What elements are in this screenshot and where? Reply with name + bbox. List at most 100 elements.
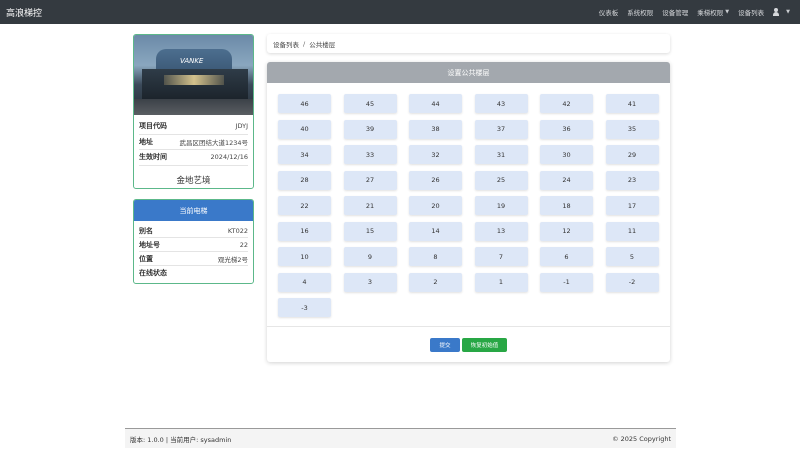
- floor-button[interactable]: 24: [540, 170, 593, 190]
- project-code-value: JDYJ: [235, 122, 248, 131]
- footer-copyright: © 2025 Copyright: [612, 434, 671, 443]
- project-info-table: 项目代码 JDYJ 地址 武昌区团结大道1234号 生效时间 2024/12/1…: [139, 119, 248, 166]
- floor-button[interactable]: 8: [409, 247, 462, 266]
- elevator-address-row: 地址号 22: [139, 238, 248, 252]
- floor-button[interactable]: -2: [605, 272, 659, 292]
- elevator-location-value: 观光梯2号: [217, 255, 248, 264]
- floor-button[interactable]: 4: [278, 272, 331, 292]
- elevator-address-label: 地址号: [139, 240, 160, 249]
- floor-button[interactable]: 27: [343, 170, 397, 190]
- floor-button[interactable]: 44: [409, 94, 462, 113]
- floor-button[interactable]: 17: [605, 196, 659, 215]
- floor-button[interactable]: 20: [409, 196, 462, 215]
- floor-button[interactable]: 38: [409, 119, 462, 139]
- floor-button[interactable]: 14: [409, 221, 462, 241]
- caret-down-icon: ▼: [725, 9, 730, 15]
- nav-elevator-permissions-label: 乘梯权限: [697, 9, 724, 17]
- floor-button[interactable]: 13: [474, 221, 528, 241]
- project-code-label: 项目代码: [139, 122, 167, 131]
- floor-button[interactable]: 5: [605, 247, 659, 266]
- footer-version: 版本: 1.0.0 | 当前用户: sysadmin: [130, 435, 232, 444]
- elevator-alias-value: KT022: [227, 226, 248, 235]
- floor-button[interactable]: -1: [540, 272, 593, 292]
- floor-button[interactable]: 35: [605, 119, 659, 139]
- floor-button[interactable]: -3: [278, 298, 331, 317]
- floor-button[interactable]: 1: [474, 272, 528, 292]
- floor-button[interactable]: 21: [343, 196, 397, 215]
- elevator-info-table: 别名 KT022 地址号 22 位置 观光梯2号 在线状态: [139, 224, 248, 280]
- elevator-location-row: 位置 观光梯2号: [139, 252, 248, 266]
- project-address-row: 地址 武昌区团结大道1234号: [139, 135, 248, 150]
- nav-dashboard[interactable]: 仪表板: [599, 7, 619, 17]
- floor-button[interactable]: 3: [343, 272, 397, 292]
- floor-button[interactable]: 18: [540, 196, 593, 215]
- submit-button[interactable]: 提交: [430, 338, 460, 352]
- floor-button[interactable]: 31: [474, 145, 528, 164]
- floor-button[interactable]: 7: [474, 247, 528, 266]
- floor-button[interactable]: 46: [278, 94, 331, 113]
- floor-button[interactable]: 19: [474, 196, 528, 215]
- floor-button[interactable]: 33: [343, 145, 397, 164]
- project-effective-row: 生效时间 2024/12/16: [139, 150, 248, 166]
- panel-divider: [267, 326, 670, 327]
- project-code-row: 项目代码 JDYJ: [139, 119, 248, 135]
- breadcrumb-separator: /: [303, 39, 306, 48]
- floor-button[interactable]: 6: [540, 247, 593, 266]
- floor-button[interactable]: 42: [540, 94, 593, 113]
- floor-button[interactable]: 15: [343, 221, 397, 241]
- top-navbar: 高浪梯控 仪表板 系统权限 设备管理 乘梯权限 ▼ 设备列表 ▼: [0, 0, 800, 24]
- reset-button[interactable]: 恢复初始值: [462, 338, 507, 352]
- floor-button[interactable]: 9: [343, 247, 397, 266]
- floor-button[interactable]: 37: [474, 119, 528, 139]
- project-address-value: 武昌区团结大道1234号: [179, 138, 248, 147]
- floor-button[interactable]: 26: [409, 170, 462, 190]
- brand-title[interactable]: 高浪梯控: [6, 6, 42, 19]
- panel-title: 设置公共楼层: [267, 62, 670, 83]
- elevator-status-label: 在线状态: [139, 269, 167, 277]
- elevator-location-label: 位置: [139, 254, 153, 263]
- elevator-card: 当前电梯 别名 KT022 地址号 22 位置 观光梯2号 在线状态: [133, 199, 254, 284]
- breadcrumb-device-list[interactable]: 设备列表: [273, 39, 299, 49]
- breadcrumb: 设备列表 / 公共楼层: [267, 34, 670, 53]
- floor-button[interactable]: 40: [278, 119, 331, 139]
- project-name: 金地艺境: [176, 175, 211, 186]
- elevator-status-row: 在线状态: [139, 266, 248, 280]
- elevator-alias-label: 别名: [139, 226, 153, 235]
- user-menu[interactable]: ▼: [773, 8, 790, 16]
- floor-button[interactable]: 16: [278, 221, 331, 241]
- project-effective-value: 2024/12/16: [210, 153, 248, 162]
- nav-links: 仪表板 系统权限 设备管理 乘梯权限 ▼ 设备列表 ▼: [599, 0, 790, 24]
- caret-down-icon: ▼: [786, 9, 790, 15]
- floor-button[interactable]: 29: [605, 145, 659, 164]
- nav-device-list[interactable]: 设备列表: [738, 7, 764, 17]
- floor-button[interactable]: 30: [540, 145, 593, 164]
- floor-button[interactable]: 25: [474, 170, 528, 190]
- floor-button[interactable]: 11: [605, 221, 659, 241]
- floor-button[interactable]: 39: [343, 119, 397, 139]
- nav-device-management[interactable]: 设备管理: [662, 7, 688, 17]
- nav-system-permissions[interactable]: 系统权限: [627, 7, 653, 17]
- project-effective-label: 生效时间: [139, 153, 167, 162]
- floor-button[interactable]: 28: [278, 170, 331, 190]
- floor-button[interactable]: 36: [540, 119, 593, 139]
- floor-button[interactable]: 45: [343, 94, 397, 113]
- elevator-alias-row: 别名 KT022: [139, 224, 248, 238]
- footer: 版本: 1.0.0 | 当前用户: sysadmin © 2025 Copyri…: [125, 428, 676, 448]
- floor-button[interactable]: 22: [278, 196, 331, 215]
- project-photo: VANKE: [134, 35, 253, 115]
- floor-button[interactable]: 43: [474, 94, 528, 113]
- floor-button[interactable]: 23: [605, 170, 659, 190]
- floor-button[interactable]: 10: [278, 247, 331, 266]
- project-card: VANKE 项目代码 JDYJ 地址 武昌区团结大道1234号 生效时间 202…: [133, 34, 254, 189]
- floor-button[interactable]: 32: [409, 145, 462, 164]
- project-address-label: 地址: [139, 137, 153, 146]
- elevator-address-value: 22: [239, 240, 248, 249]
- floor-button[interactable]: 34: [278, 145, 331, 164]
- floor-button[interactable]: 2: [409, 272, 462, 292]
- nav-elevator-permissions[interactable]: 乘梯权限 ▼: [697, 7, 729, 17]
- floor-button[interactable]: 41: [605, 94, 659, 113]
- breadcrumb-current: 公共楼层: [309, 40, 336, 49]
- floor-button[interactable]: 12: [540, 221, 593, 241]
- public-floor-panel: 设置公共楼层 46 45 44 43 42 41 40 39 38 37 36 35 34 33 32 31 3…: [267, 62, 670, 362]
- user-cog-icon: [773, 8, 784, 16]
